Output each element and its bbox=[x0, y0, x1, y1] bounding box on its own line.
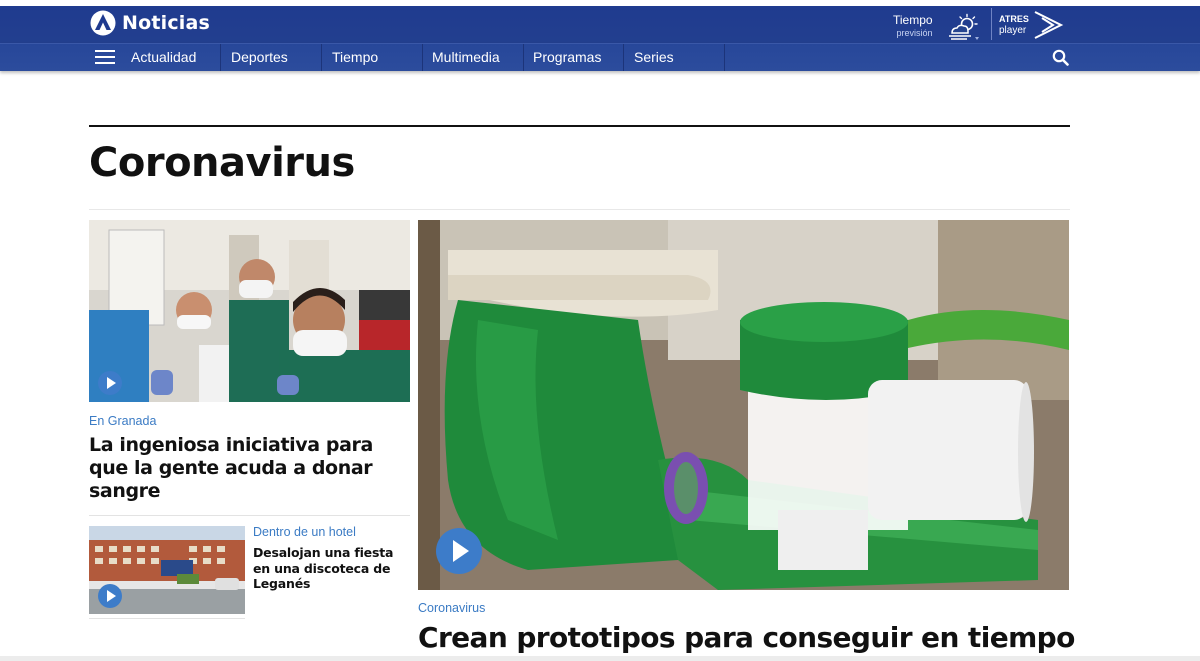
search-icon[interactable] bbox=[1052, 49, 1069, 66]
atresplayer-text: ATRES player bbox=[999, 14, 1029, 36]
article-2-kicker[interactable]: Dentro de un hotel bbox=[253, 525, 356, 539]
nav-item-actualidad[interactable]: Actualidad bbox=[131, 44, 221, 71]
article-3-headline[interactable]: Crean prototipos para conseguir en tiemp… bbox=[418, 620, 1078, 656]
page-bottom-edge bbox=[0, 656, 1200, 661]
play-icon[interactable] bbox=[98, 584, 122, 608]
logo-text: Noticias bbox=[122, 12, 211, 34]
section-title: Coronavirus bbox=[89, 140, 355, 186]
weather-label: Tiempo bbox=[893, 13, 933, 27]
header-top-bar: Noticias Tiempo previsión ATRES player bbox=[0, 0, 1200, 43]
play-icon[interactable] bbox=[436, 528, 482, 574]
site-header: Noticias Tiempo previsión ATRES player A… bbox=[0, 0, 1200, 71]
article-divider bbox=[89, 618, 245, 619]
article-1-kicker[interactable]: En Granada bbox=[89, 414, 156, 428]
header-divider bbox=[991, 8, 992, 40]
nav-item-series[interactable]: Series bbox=[634, 44, 725, 71]
article-3-video[interactable] bbox=[418, 220, 1069, 590]
atresplayer-link[interactable]: ATRES player bbox=[999, 10, 1065, 40]
weather-sublabel: previsión bbox=[896, 28, 933, 38]
menu-icon[interactable] bbox=[95, 50, 115, 65]
article-2-image[interactable] bbox=[89, 526, 245, 614]
weather-icon[interactable] bbox=[946, 13, 980, 41]
main-nav: Actualidad Deportes Tiempo Multimedia Pr… bbox=[0, 43, 1200, 71]
nav-item-tiempo[interactable]: Tiempo bbox=[332, 44, 423, 71]
nav-item-programas[interactable]: Programas bbox=[533, 44, 624, 71]
article-2-headline[interactable]: Desalojan una fiesta en una discoteca de… bbox=[253, 545, 409, 592]
article-3-kicker[interactable]: Coronavirus bbox=[418, 601, 485, 615]
article-divider bbox=[89, 515, 410, 516]
article-3-photo bbox=[418, 220, 1069, 590]
nav-item-multimedia[interactable]: Multimedia bbox=[432, 44, 524, 71]
article-1-photo bbox=[89, 220, 410, 402]
article-1-headline[interactable]: La ingeniosa iniciativa para que la gent… bbox=[89, 434, 411, 503]
atresplayer-line1: ATRES bbox=[999, 14, 1029, 24]
section-top-rule bbox=[89, 125, 1070, 127]
play-icon[interactable] bbox=[98, 371, 122, 395]
article-1-image[interactable] bbox=[89, 220, 410, 402]
atresplayer-line2: player bbox=[999, 25, 1027, 36]
nav-item-deportes[interactable]: Deportes bbox=[231, 44, 322, 71]
site-logo[interactable]: Noticias bbox=[90, 10, 210, 36]
weather-widget[interactable]: Tiempo previsión bbox=[893, 13, 933, 39]
atresplayer-icon bbox=[1034, 11, 1064, 39]
section-divider bbox=[89, 209, 1070, 210]
logo-icon bbox=[90, 10, 116, 36]
